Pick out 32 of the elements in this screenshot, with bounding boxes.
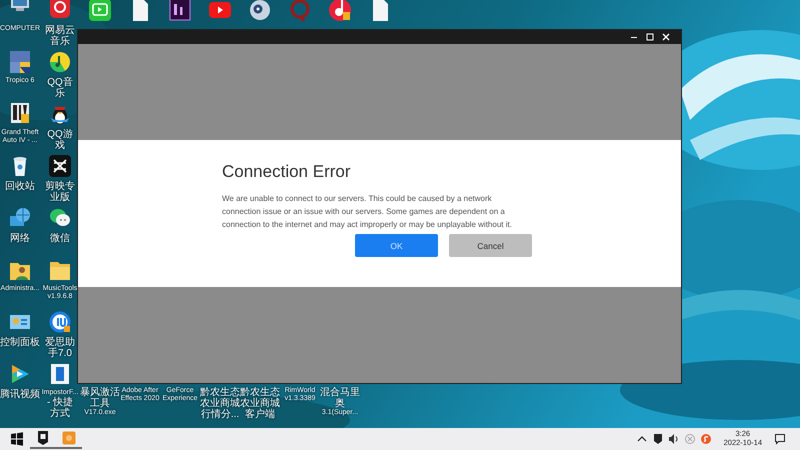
scissor-icon[interactable] <box>48 154 72 178</box>
maximize-icon[interactable] <box>645 32 655 42</box>
icon-label[interactable]: 网易云音乐 <box>43 25 77 47</box>
square-app-icon[interactable] <box>168 0 192 22</box>
icon-label[interactable]: 腾讯视频 <box>0 389 40 400</box>
close-icon[interactable] <box>661 32 671 42</box>
shield-icon[interactable] <box>652 433 664 445</box>
game-cover-icon[interactable] <box>8 50 32 74</box>
notification-icon[interactable] <box>774 433 786 445</box>
game-logo-icon[interactable] <box>8 102 32 126</box>
icon-label[interactable]: 剪映专业版 <box>43 181 77 203</box>
video-app-icon[interactable] <box>88 0 112 22</box>
speaker-icon[interactable] <box>668 433 680 445</box>
icon-label[interactable]: QQ游戏 <box>43 129 77 151</box>
error-message: We are unable to connect to our servers. This could be caused by a network connection issue or an issue with our servers. Some games are dependent on a connection to the internet and may act improperly or may be unplayable without it. <box>222 193 513 231</box>
icon-label[interactable]: 黔农生态农业商城行情分... <box>200 387 240 420</box>
music-note-icon[interactable] <box>48 50 72 74</box>
icon-label[interactable]: QQ音乐 <box>43 77 77 99</box>
music-app-icon[interactable] <box>328 0 352 22</box>
circle-app-icon[interactable] <box>48 310 72 334</box>
document-icon[interactable] <box>48 362 72 386</box>
icon-label[interactable]: 网络 <box>0 233 40 244</box>
disc-icon[interactable] <box>248 0 272 22</box>
icon-label[interactable]: 控制面板 <box>0 337 40 348</box>
cancel-button[interactable]: Cancel <box>449 234 532 257</box>
dialog-title: Connection Error <box>222 162 352 182</box>
icon-label[interactable]: 爱思助手7.0 <box>43 337 77 359</box>
icon-label[interactable]: 微信 <box>43 233 77 244</box>
input-method-icon[interactable] <box>700 433 712 445</box>
shield-app-icon[interactable] <box>30 430 56 448</box>
icon-label[interactable]: 黔农生态农业商城客户端 <box>240 387 280 420</box>
icon-label[interactable]: 回收站 <box>0 181 40 192</box>
